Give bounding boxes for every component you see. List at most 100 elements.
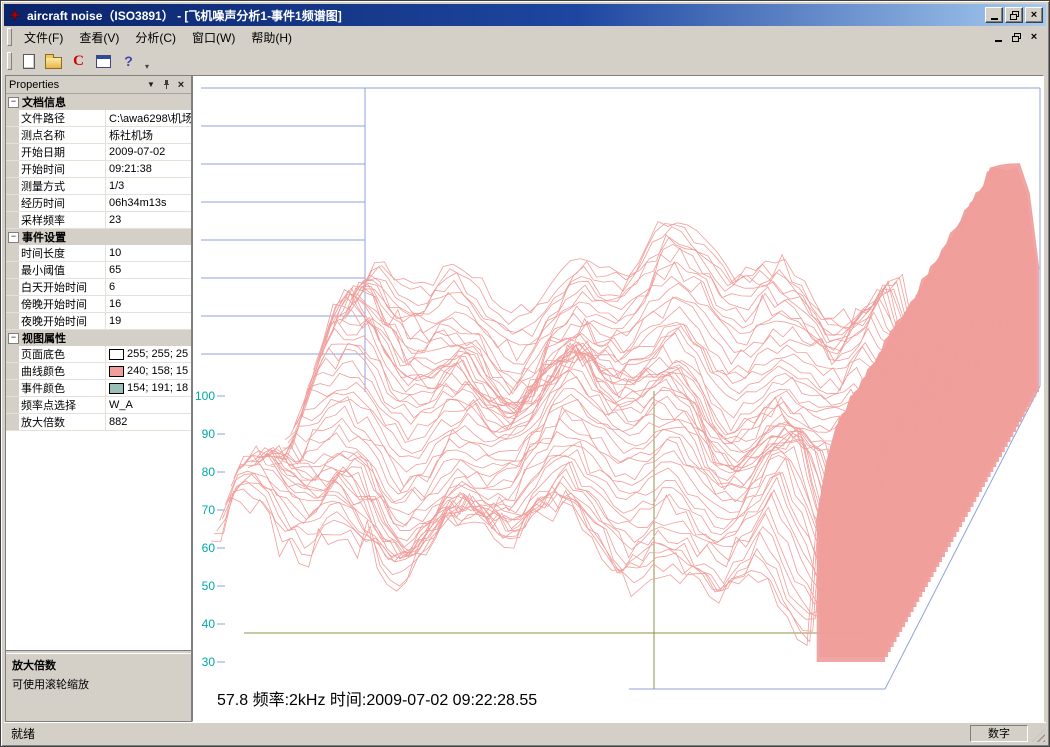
menu-file[interactable]: 文件(F)	[16, 26, 71, 49]
property-grid: −文档信息文件路径C:\awa6298\机场测点名称栎社机场开始日期2009-0…	[6, 94, 191, 650]
property-label: 开始日期	[19, 144, 106, 160]
chevron-down-icon: ▼	[147, 80, 155, 89]
property-row[interactable]: 采样频率23	[6, 212, 191, 229]
property-description-title: 放大倍数	[12, 657, 185, 673]
property-row[interactable]: 测量方式1/3	[6, 178, 191, 195]
properties-window-button[interactable]	[91, 49, 116, 73]
property-value[interactable]: 2009-07-02	[106, 144, 191, 160]
row-indent-strip	[6, 380, 19, 396]
property-category[interactable]: −视图属性	[6, 330, 191, 346]
new-document-button[interactable]	[16, 49, 41, 73]
property-row[interactable]: 夜晚开始时间19	[6, 313, 191, 330]
row-indent-strip	[6, 279, 19, 295]
row-indent-strip	[6, 161, 19, 177]
row-indent-strip	[6, 144, 19, 160]
property-category[interactable]: −事件设置	[6, 229, 191, 245]
minimize-button[interactable]	[985, 7, 1003, 23]
row-indent-strip	[6, 313, 19, 329]
property-label: 夜晚开始时间	[19, 313, 106, 329]
property-row[interactable]: 页面底色255; 255; 25	[6, 346, 191, 363]
color-swatch	[109, 349, 124, 360]
toolbar-options-chevron-icon[interactable]: ▾	[141, 49, 153, 73]
property-label: 采样频率	[19, 212, 106, 228]
property-row[interactable]: 最小阈值65	[6, 262, 191, 279]
property-category[interactable]: −文档信息	[6, 94, 191, 110]
property-value[interactable]: 栎社机场	[106, 127, 191, 143]
property-value[interactable]: 19	[106, 313, 191, 329]
property-label: 测量方式	[19, 178, 106, 194]
help-button[interactable]: ?	[116, 49, 141, 73]
property-value[interactable]: 65	[106, 262, 191, 278]
property-row[interactable]: 曲线颜色240; 158; 15	[6, 363, 191, 380]
app-logo-icon	[7, 7, 23, 23]
collapse-icon[interactable]: −	[8, 232, 19, 243]
property-label: 频率点选择	[19, 397, 106, 413]
property-category-label: 文档信息	[22, 94, 66, 110]
property-value[interactable]: W_A	[106, 397, 191, 413]
property-value[interactable]: 23	[106, 212, 191, 228]
panel-menu-button[interactable]: ▼	[144, 78, 158, 91]
property-row[interactable]: 放大倍数882	[6, 414, 191, 431]
app-window: aircraft noise（ISO3891） - [飞机噪声分析1-事件1频谱…	[0, 0, 1050, 747]
property-value[interactable]: C:\awa6298\机场	[106, 110, 191, 126]
property-row[interactable]: 测点名称栎社机场	[6, 127, 191, 144]
property-row[interactable]: 开始时间09:21:38	[6, 161, 191, 178]
property-value[interactable]: 240; 158; 15	[106, 363, 191, 379]
panel-close-icon: ×	[178, 79, 184, 91]
grid-empty-space	[6, 431, 191, 650]
property-value[interactable]: 1/3	[106, 178, 191, 194]
property-value[interactable]: 154; 191; 18	[106, 380, 191, 396]
spectrogram-canvas[interactable]: 10090807060504030	[193, 80, 1045, 721]
menubar-grip[interactable]	[7, 28, 12, 46]
property-label: 曲线颜色	[19, 363, 106, 379]
property-value[interactable]: 6	[106, 279, 191, 295]
help-icon: ?	[124, 54, 133, 68]
property-row[interactable]: 时间长度10	[6, 245, 191, 262]
panel-pin-button[interactable]	[159, 78, 173, 91]
properties-panel-header: Properties ▼ ×	[6, 76, 191, 94]
mdi-window-buttons: ×	[988, 30, 1046, 44]
property-description-text: 可使用滚轮缩放	[12, 676, 185, 692]
property-label: 最小阈值	[19, 262, 106, 278]
property-row[interactable]: 文件路径C:\awa6298\机场	[6, 110, 191, 127]
property-row[interactable]: 开始日期2009-07-02	[6, 144, 191, 161]
property-row[interactable]: 傍晚开始时间16	[6, 296, 191, 313]
property-value[interactable]: 09:21:38	[106, 161, 191, 177]
property-value[interactable]: 16	[106, 296, 191, 312]
property-row[interactable]: 经历时间06h34m13s	[6, 195, 191, 212]
menu-window[interactable]: 窗口(W)	[184, 26, 243, 49]
property-value[interactable]: 10	[106, 245, 191, 261]
toolbar-grip[interactable]	[7, 52, 12, 70]
open-file-button[interactable]	[41, 49, 66, 73]
property-row[interactable]: 白天开始时间6	[6, 279, 191, 296]
mdi-close-button[interactable]: ×	[1026, 30, 1042, 44]
row-indent-strip	[6, 212, 19, 228]
mdi-minimize-button[interactable]	[990, 30, 1006, 44]
collapse-icon[interactable]: −	[8, 333, 19, 344]
restore-button[interactable]	[1005, 7, 1023, 23]
property-description: 放大倍数 可使用滚轮缩放	[6, 650, 191, 721]
property-label: 白天开始时间	[19, 279, 106, 295]
close-button[interactable]: ×	[1025, 7, 1043, 23]
window-title: aircraft noise（ISO3891） - [飞机噪声分析1-事件1频谱…	[27, 7, 983, 24]
svg-text:50: 50	[202, 579, 216, 593]
menu-analysis[interactable]: 分析(C)	[127, 26, 184, 49]
property-row[interactable]: 事件颜色154; 191; 18	[6, 380, 191, 397]
svg-text:70: 70	[202, 503, 216, 517]
property-label: 页面底色	[19, 346, 106, 362]
property-value[interactable]: 06h34m13s	[106, 195, 191, 211]
property-row[interactable]: 频率点选择W_A	[6, 397, 191, 414]
menu-items: 文件(F)查看(V)分析(C)窗口(W)帮助(H)	[16, 26, 300, 49]
toolbar-buttons: C?	[16, 49, 141, 73]
mdi-restore-button[interactable]	[1008, 30, 1024, 44]
panel-close-button[interactable]: ×	[174, 78, 188, 91]
compute-button[interactable]: C	[66, 49, 91, 73]
row-indent-strip	[6, 262, 19, 278]
property-value[interactable]: 255; 255; 25	[106, 346, 191, 362]
status-message: 就绪	[4, 725, 970, 742]
menu-help[interactable]: 帮助(H)	[243, 26, 300, 49]
collapse-icon[interactable]: −	[8, 97, 19, 108]
menu-view[interactable]: 查看(V)	[71, 26, 127, 49]
property-value[interactable]: 882	[106, 414, 191, 430]
resize-grip[interactable]	[1032, 729, 1045, 742]
